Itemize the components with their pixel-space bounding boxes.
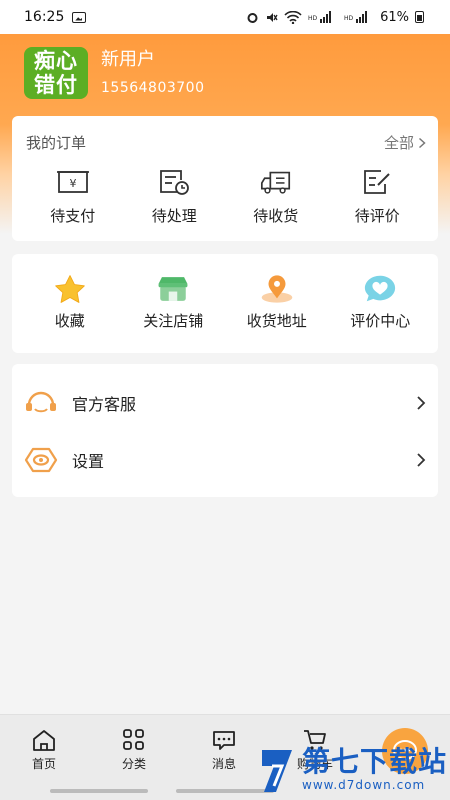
shortcuts-card: 收藏 关注店铺 收货地址 评价中心 — [12, 254, 438, 353]
order-pending-delivery[interactable]: 待收货 — [226, 167, 326, 226]
view-all-label: 全部 — [383, 134, 414, 152]
alarm-icon — [247, 12, 258, 23]
tab-label: 首页 — [31, 757, 56, 771]
order-pending-review[interactable]: 待评价 — [327, 167, 427, 226]
shortcut-label: 关注店铺 — [143, 312, 204, 330]
store-icon — [156, 274, 190, 304]
headset-icon — [24, 388, 58, 418]
menu-item-label: 设置 — [72, 451, 105, 471]
order-label: 待收货 — [253, 207, 299, 225]
shortcut-label: 收货地址 — [246, 312, 307, 330]
tab-label: 分类 — [121, 757, 146, 771]
chevron-right-icon — [418, 137, 426, 148]
avatar-text-line: 痴心 — [34, 49, 78, 73]
order-label: 待评价 — [354, 207, 400, 225]
heart-bubble-icon — [363, 274, 397, 304]
grid-icon — [123, 729, 144, 750]
order-label: 待处理 — [151, 207, 197, 225]
shortcut-label: 收藏 — [54, 312, 85, 330]
tab-home[interactable]: 首页 — [14, 729, 74, 772]
nav-gesture-bar — [50, 789, 148, 793]
menu-card: 官方客服 设置 — [12, 364, 438, 497]
chevron-right-icon — [417, 452, 426, 467]
menu-item-label: 官方客服 — [72, 394, 137, 414]
review-edit-icon — [360, 167, 394, 197]
settings-hex-icon — [24, 445, 58, 475]
status-time: 16:25 — [24, 9, 65, 25]
mute-icon — [267, 12, 278, 22]
orders-title: 我的订单 — [26, 134, 87, 152]
order-label: 待支付 — [50, 207, 96, 225]
message-icon — [213, 731, 235, 750]
image-notification-icon — [72, 11, 87, 23]
star-icon — [53, 274, 87, 304]
avatar[interactable]: 痴心 错付 — [24, 47, 88, 99]
svg-text:¥: ¥ — [69, 177, 76, 190]
order-pending-process[interactable]: 待处理 — [124, 167, 224, 226]
svg-text:HD: HD — [344, 15, 354, 22]
tab-messages[interactable]: 消息 — [194, 729, 254, 772]
pending-process-icon — [157, 167, 191, 197]
battery-icon — [415, 11, 424, 23]
svg-text:HD: HD — [308, 15, 318, 22]
status-bar: 16:25 HD HD 61% — [0, 0, 450, 34]
delivery-truck-icon — [259, 167, 293, 197]
avatar-text-line: 错付 — [34, 73, 78, 97]
tab-categories[interactable]: 分类 — [104, 729, 164, 772]
view-all-orders-link[interactable]: 全部 — [384, 132, 426, 153]
battery-percent: 61% — [380, 9, 409, 25]
shortcut-addresses[interactable]: 收货地址 — [227, 274, 327, 331]
watermark-logo-icon — [262, 750, 292, 792]
username: 新用户 — [101, 49, 155, 70]
watermark-title: 第七下载站 — [302, 745, 448, 778]
order-pending-payment[interactable]: ¥ 待支付 — [23, 167, 123, 226]
tab-label: 消息 — [211, 757, 236, 771]
phone-number: 15564803700 — [101, 80, 205, 96]
watermark: 第七下载站 www.d7down.com — [258, 746, 448, 800]
shortcut-favorites[interactable]: 收藏 — [20, 274, 120, 331]
shortcut-review-center[interactable]: 评价中心 — [330, 274, 430, 331]
signal-icon: HD — [344, 11, 368, 23]
home-icon — [33, 730, 55, 751]
orders-card: 我的订单 全部 ¥ 待支付 待处理 待收货 待评价 — [12, 116, 438, 241]
watermark-url: www.d7down.com — [302, 778, 426, 792]
chevron-right-icon — [417, 395, 426, 410]
pending-payment-icon: ¥ — [56, 167, 90, 197]
menu-item-settings[interactable]: 设置 — [12, 431, 438, 488]
menu-item-customer-service[interactable]: 官方客服 — [12, 374, 438, 431]
location-pin-icon — [260, 274, 294, 304]
shortcut-followed-stores[interactable]: 关注店铺 — [123, 274, 223, 331]
shortcut-label: 评价中心 — [350, 312, 411, 330]
signal-icon: HD — [308, 11, 332, 23]
wifi-icon — [284, 10, 302, 24]
